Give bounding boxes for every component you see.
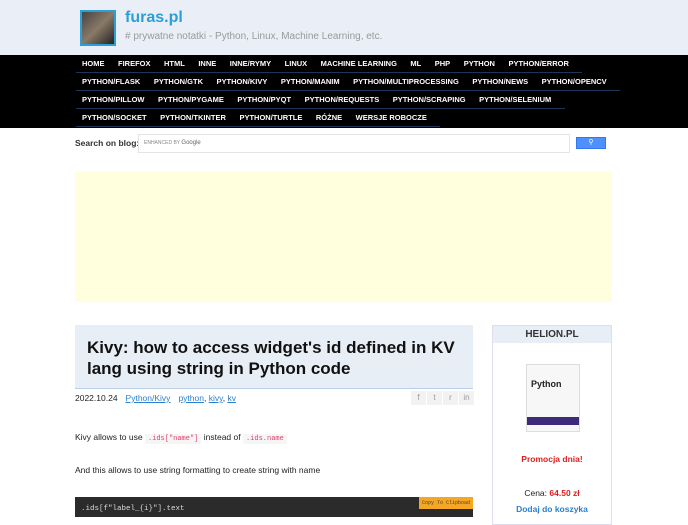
tag-link[interactable]: kv — [227, 393, 236, 403]
nav-item-python-socket[interactable]: PYTHON/SOCKET — [82, 113, 147, 122]
text: instead of — [203, 432, 241, 442]
search-icon: ⚲ — [588, 139, 594, 146]
inline-code: .ids.name — [242, 434, 287, 444]
search-label: Search on blog: — [75, 138, 140, 148]
search-input[interactable]: ENHANCED BY Google — [138, 134, 570, 153]
twitter-icon[interactable]: t — [427, 391, 442, 405]
nav-item-python-selenium[interactable]: PYTHON/SELENIUM — [479, 95, 551, 104]
copy-to-clipboard-button[interactable]: Copy To Clipboad — [418, 497, 473, 509]
tag-link[interactable]: python — [178, 393, 204, 403]
nav-item-wersje-robocze[interactable]: WERSJE ROBOCZE — [356, 113, 427, 122]
nav-item-python-pillow[interactable]: PYTHON/PILLOW — [82, 95, 145, 104]
nav-item-python-news[interactable]: PYTHON/NEWS — [472, 77, 528, 86]
enhanced-by-label: ENHANCED BY — [144, 140, 181, 146]
nav-item-python-requests[interactable]: PYTHON/REQUESTS — [305, 95, 380, 104]
nav-item-html[interactable]: HTML — [164, 59, 185, 68]
post-meta: 2022.10.24 Python/Kivy python, kivy, kv — [75, 393, 236, 403]
nav-item-python-gtk[interactable]: PYTHON/GTK — [154, 77, 203, 86]
nav-item-ml[interactable]: ML — [410, 59, 421, 68]
avatar[interactable] — [80, 10, 116, 46]
facebook-icon[interactable]: f — [411, 391, 426, 405]
book-cover-image[interactable]: Python — [526, 364, 580, 432]
site-header: furas.pl # prywatne notatki - Python, Li… — [0, 0, 688, 55]
search-button[interactable]: ⚲ — [576, 137, 606, 149]
nav-item-python-scraping[interactable]: PYTHON/SCRAPING — [393, 95, 466, 104]
nav-row: HOME FIREFOX HTML INNE INNE/RYMY LINUX MACHINE… — [76, 55, 583, 73]
linkedin-icon[interactable]: in — [459, 391, 474, 405]
price-label: Cena: — [524, 488, 548, 498]
nav-item-firefox[interactable]: FIREFOX — [118, 59, 151, 68]
ad-banner — [75, 172, 612, 302]
nav-item-python-pyqt[interactable]: PYTHON/PYQT — [237, 95, 291, 104]
post-title: Kivy: how to access widget's id defined … — [87, 338, 455, 378]
paragraph: Kivy allows to use .ids["name"] instead … — [75, 432, 287, 444]
nav-item-home[interactable]: HOME — [82, 59, 105, 68]
nav-item-python-pygame[interactable]: PYTHON/PYGAME — [158, 95, 224, 104]
nav-row: PYTHON/SOCKET PYTHON/TKINTER PYTHON/TURTLE… — [76, 109, 441, 127]
nav-item-python-tkinter[interactable]: PYTHON/TKINTER — [160, 113, 226, 122]
code-block: .ids[f"label_{i}"].text Copy To Clipboad — [75, 497, 473, 517]
nav-row: PYTHON/PILLOW PYTHON/PYGAME PYTHON/PYQT PYT… — [76, 91, 565, 109]
nav-item-python-turtle[interactable]: PYTHON/TURTLE — [239, 113, 302, 122]
nav-item-inne[interactable]: INNE — [198, 59, 216, 68]
nav-item-linux[interactable]: LINUX — [285, 59, 308, 68]
nav-item-machine-learning[interactable]: MACHINE LEARNING — [321, 59, 397, 68]
price: Cena: 64.50 zł — [493, 488, 611, 498]
main-nav: HOME FIREFOX HTML INNE INNE/RYMY LINUX MACHINE… — [0, 55, 688, 128]
reddit-icon[interactable]: r — [443, 391, 458, 405]
post-header: Kivy: how to access widget's id defined … — [75, 325, 473, 389]
nav-row: PYTHON/FLASK PYTHON/GTK PYTHON/KIVY PYTHON/… — [76, 73, 621, 91]
nav-item-python-kivy[interactable]: PYTHON/KIVY — [217, 77, 268, 86]
text: Kivy allows to use — [75, 432, 143, 442]
post-date: 2022.10.24 — [75, 393, 118, 403]
post-tags: python, kivy, kv — [178, 393, 236, 403]
nav-item-python-flask[interactable]: PYTHON/FLASK — [82, 77, 140, 86]
sidebar-title: HELION.PL — [493, 326, 611, 343]
site-tagline: # prywatne notatki - Python, Linux, Mach… — [125, 31, 383, 42]
nav-item-python-error[interactable]: PYTHON/ERROR — [508, 59, 568, 68]
price-value: 64.50 zł — [549, 488, 580, 498]
book-title: Python — [531, 379, 562, 389]
promo-label: Promocja dnia! — [521, 454, 583, 464]
nav-item-python-manim[interactable]: PYTHON/MANIM — [281, 77, 340, 86]
tag-link[interactable]: kivy — [209, 393, 223, 403]
nav-item-python-opencv[interactable]: PYTHON/OPENCV — [542, 77, 607, 86]
nav-item-inne-rymy[interactable]: INNE/RYMY — [230, 59, 271, 68]
post-category-link[interactable]: Python/Kivy — [126, 393, 171, 403]
share-buttons: f t r in — [411, 391, 474, 405]
nav-item-python[interactable]: PYTHON — [464, 59, 495, 68]
inline-code: .ids["name"] — [144, 434, 202, 444]
nav-item-php[interactable]: PHP — [435, 59, 450, 68]
google-label: Google — [181, 140, 201, 146]
site-title[interactable]: furas.pl — [125, 9, 183, 27]
add-to-cart-link[interactable]: Dodaj do koszyka — [493, 504, 611, 514]
nav-item-różne[interactable]: RÓŻNE — [316, 113, 342, 122]
nav-item-python-multiprocessing[interactable]: PYTHON/MULTIPROCESSING — [353, 77, 459, 86]
paragraph: And this allows to use string formatting… — [75, 465, 321, 475]
sidebar-widget: HELION.PL Python Promocja dnia! Cena: 64… — [492, 325, 612, 525]
